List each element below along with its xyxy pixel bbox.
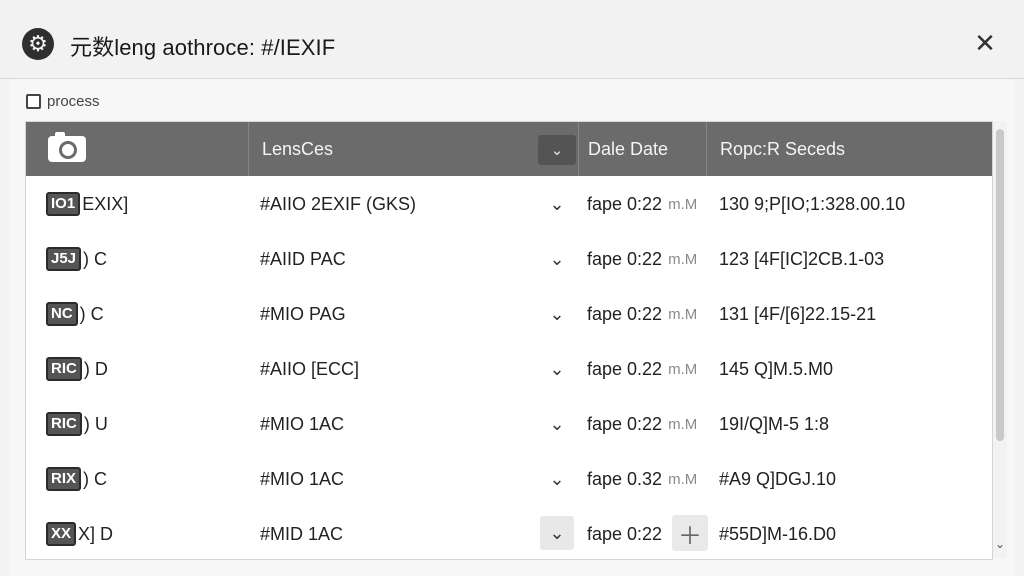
scrollbar-thumb[interactable] — [996, 129, 1004, 441]
row-time: fape 0:22 m.M — [587, 413, 698, 434]
row-value: 131 [4F/[6]22.15-21 — [719, 303, 877, 324]
header-separator — [248, 122, 249, 176]
dialog-title: 元数leng aothroce: #/IEXIF — [70, 35, 336, 60]
row-badge: RIX — [46, 467, 82, 491]
process-label: process — [47, 92, 100, 110]
row-time: fape 0:22 — [587, 523, 663, 544]
table-header: LensCes ⌄ Dale Date Ropc:R Seceds — [26, 122, 992, 176]
row-time: fape 0:22 m.M — [587, 303, 698, 324]
header-seconds[interactable]: Ropc:R Seceds — [720, 122, 980, 176]
plus-button[interactable]: ＋ — [672, 515, 708, 551]
table-row[interactable]: IO1 EXIX] #AIIO 2EXIF (GKS) ⌄ fape 0:22 m.… — [26, 177, 992, 233]
row-lens: #MID 1AC — [260, 523, 344, 544]
plus-icon: ＋ — [678, 522, 702, 550]
scroll-down-icon[interactable]: ⌄ — [993, 535, 1007, 553]
process-checkbox[interactable] — [26, 93, 41, 109]
row-lens: #MIO PAG — [260, 303, 346, 324]
row-id: IO1 EXIX] — [46, 177, 128, 231]
chevron-down-icon[interactable]: ⌄ — [544, 466, 570, 492]
chevron-down-icon[interactable]: ⌄ — [544, 191, 570, 217]
table-row[interactable]: RIX) C #MIO 1AC ⌄ fape 0.32 m.M #A9 Q]DGJ… — [26, 452, 992, 508]
row-value: 123 [4F[IC]2CB.1-03 — [719, 248, 885, 269]
row-badge: RIC — [46, 357, 82, 381]
row-badge: IO1 — [46, 192, 81, 216]
table-row[interactable]: RIC) D #AIIO [ECC] ⌄ fape 0.22 m.M 145 Q]… — [26, 342, 992, 398]
close-icon: ✕ — [974, 27, 996, 58]
header-camera — [26, 122, 248, 176]
row-id: J5J) C — [46, 232, 107, 286]
row-id: RIX) C — [46, 452, 107, 506]
row-lens: #MIO 1AC — [260, 468, 345, 489]
row-id: RIC) U — [46, 397, 108, 451]
table-row[interactable]: NC) C #MIO PAG ⌄ fape 0:22 m.M 131 [4F/[6… — [26, 287, 992, 343]
dialog-titlebar: ⚙ 元数leng aothroce: #/IEXIF ✕ — [0, 0, 1024, 79]
row-lens: #MIO 1AC — [260, 413, 345, 434]
chevron-down-icon[interactable]: ⌄ — [544, 411, 570, 437]
row-time: fape 0.32 m.M — [587, 468, 698, 489]
exif-dialog: ⚙ 元数leng aothroce: #/IEXIF ✕ process Len… — [0, 0, 1024, 576]
header-separator — [706, 122, 707, 176]
chevron-down-icon[interactable]: ⌄ — [544, 301, 570, 327]
sort-button[interactable]: ⌄ — [538, 135, 576, 165]
camera-icon — [48, 132, 86, 162]
row-id: RIC) D — [46, 342, 108, 396]
row-lens: #AIID PAC — [260, 248, 346, 269]
row-value: 145 Q]M.5.M0 — [719, 358, 834, 379]
header-separator — [578, 122, 579, 176]
header-date[interactable]: Dale Date — [588, 122, 700, 176]
chevron-down-icon[interactable]: ⌄ — [544, 246, 570, 272]
process-checkbox-label[interactable]: process — [26, 92, 100, 110]
row-badge: J5J — [46, 247, 82, 271]
row-time: fape 0:22 m.M — [587, 248, 698, 269]
chevron-down-icon[interactable]: ⌄ — [540, 516, 574, 550]
header-lens[interactable]: LensCes — [262, 122, 532, 176]
row-value: #55D]M-16.D0 — [719, 523, 837, 544]
row-id: NC) C — [46, 287, 104, 341]
row-value: #A9 Q]DGJ.10 — [719, 468, 837, 489]
row-value: 19I/Q]M-5 1:8 — [719, 413, 830, 434]
row-time: fape 0.22 m.M — [587, 358, 698, 379]
chevron-down-icon: ⌄ — [550, 142, 564, 159]
table-row[interactable]: XX X] D #MID 1AC ⌄ fape 0:22 ＋ #55D]M-16.… — [26, 507, 992, 559]
gear-icon: ⚙ — [22, 28, 54, 60]
row-badge: NC — [46, 302, 78, 326]
chevron-down-icon[interactable]: ⌄ — [544, 356, 570, 382]
row-time: fape 0:22 m.M — [587, 193, 698, 214]
row-badge: XX — [46, 522, 77, 546]
row-id: XX X] D — [46, 507, 113, 559]
row-lens: #AIIO [ECC] — [260, 358, 360, 379]
table-row[interactable]: J5J) C #AIID PAC ⌄ fape 0:22 m.M 123 [4F[… — [26, 232, 992, 288]
row-lens: #AIIO 2EXIF (GKS) — [260, 193, 417, 214]
close-button[interactable]: ✕ — [968, 26, 1002, 60]
exif-table: LensCes ⌄ Dale Date Ropc:R Seceds IO1 EXI… — [25, 121, 993, 560]
vertical-scrollbar[interactable]: ⌄ — [993, 121, 1007, 558]
row-value: 130 9;P[IO;1:328.00.10 — [719, 193, 906, 214]
row-badge: RIC — [46, 412, 82, 436]
table-row[interactable]: RIC) U #MIO 1AC ⌄ fape 0:22 m.M 19I/Q]M-5… — [26, 397, 992, 453]
